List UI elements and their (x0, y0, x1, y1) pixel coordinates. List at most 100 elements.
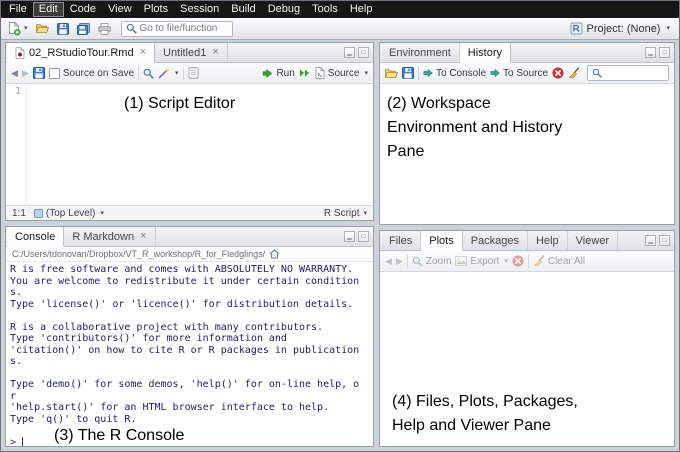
tab-console[interactable]: Console (7, 227, 64, 247)
save-button[interactable] (55, 22, 71, 36)
menu-session[interactable]: Session (174, 2, 225, 17)
pane-grid: 02_RStudioTour.Rmd × Untitled1 × ▁ □ ◀ ▶ (1, 40, 679, 451)
tab-plots[interactable]: Plots (421, 231, 462, 251)
print-icon (98, 23, 111, 35)
editor-content[interactable]: (1) Script Editor (27, 84, 373, 205)
project-icon (570, 22, 583, 35)
checkbox-icon[interactable] (49, 68, 60, 79)
tab-label: R Markdown (72, 231, 134, 243)
tab-help[interactable]: Help (528, 231, 568, 250)
main-toolbar: ▾ Project: (None) ▾ (1, 18, 679, 40)
tab-untitled1[interactable]: Untitled1 × (155, 43, 228, 62)
source-button[interactable]: Source ▾ (315, 67, 368, 79)
maximize-pane-icon[interactable]: □ (358, 231, 369, 242)
goto-file-input[interactable] (140, 23, 228, 34)
find-replace-icon[interactable] (143, 68, 154, 79)
export-label: Export (470, 256, 499, 267)
minimize-pane-icon[interactable]: ▁ (645, 47, 656, 58)
menu-file[interactable]: File (3, 2, 33, 17)
plots-body[interactable]: (4) Files, Plots, Packages, Help and Vie… (380, 272, 674, 446)
line-number: 1 (15, 86, 21, 97)
to-source-button[interactable]: To Source (490, 68, 548, 79)
menu-edit[interactable]: Edit (33, 2, 64, 17)
run-label: Run (276, 68, 294, 79)
source-on-save-label: Source on Save (63, 68, 134, 79)
compile-report-icon[interactable] (188, 67, 199, 79)
close-tab-icon[interactable]: × (212, 47, 218, 58)
minimize-pane-icon[interactable]: ▁ (344, 47, 355, 58)
working-directory-path: C:/Users/tdonovan/Dropbox/VT_R_workshop/… (12, 249, 265, 259)
open-file-button[interactable] (34, 22, 51, 35)
menu-view[interactable]: View (102, 2, 138, 17)
delete-entry-icon[interactable] (552, 67, 564, 79)
editor-body[interactable]: 1 (1) Script Editor (6, 84, 373, 205)
annotation-files-plots: (4) Files, Plots, Packages, Help and Vie… (392, 390, 578, 438)
history-search-input[interactable] (605, 68, 664, 79)
print-button[interactable] (96, 22, 113, 36)
menu-help[interactable]: Help (344, 2, 379, 17)
minimize-pane-icon[interactable]: ▁ (645, 235, 656, 246)
close-tab-icon[interactable]: × (140, 231, 146, 242)
project-selector[interactable]: Project: (None) ▾ (566, 21, 675, 36)
menu-plots[interactable]: Plots (138, 2, 174, 17)
export-button[interactable]: Export ▾ (455, 256, 507, 267)
run-icon (262, 68, 273, 79)
close-tab-icon[interactable]: × (140, 47, 146, 58)
tab-environment[interactable]: Environment (381, 43, 460, 62)
save-icon[interactable] (33, 67, 45, 79)
tab-rmarkdown[interactable]: R Markdown × (64, 227, 155, 246)
maximize-pane-icon[interactable]: □ (358, 47, 369, 58)
goto-file-box[interactable] (121, 21, 233, 37)
to-console-arrow-icon (423, 68, 433, 78)
zoom-button[interactable]: Zoom (412, 256, 452, 267)
clear-history-broom-icon[interactable] (568, 67, 580, 79)
tab-rstudiotour-rmd[interactable]: 02_RStudioTour.Rmd × (7, 43, 155, 63)
minimize-pane-icon[interactable]: ▁ (344, 231, 355, 242)
source-label: Source (328, 68, 360, 79)
tab-viewer[interactable]: Viewer (568, 231, 618, 250)
history-search-box[interactable] (587, 65, 669, 81)
run-button[interactable]: Run (262, 68, 294, 79)
document-type-selector[interactable]: R Script ▾ (324, 208, 367, 219)
previous-plot-icon[interactable]: ◀ (385, 257, 392, 266)
new-file-button[interactable]: ▾ (6, 21, 30, 37)
editor-toolbar: ◀ ▶ Source on Save ▾ (6, 63, 373, 84)
tab-files[interactable]: Files (381, 231, 421, 250)
open-folder-icon[interactable] (385, 68, 398, 79)
maximize-pane-icon[interactable]: □ (659, 47, 670, 58)
console-output-area[interactable]: R is free software and comes with ABSOLU… (6, 262, 373, 446)
history-body[interactable]: (2) Workspace Environment and History Pa… (380, 84, 674, 224)
menu-code[interactable]: Code (64, 2, 102, 17)
chevron-down-icon: ▾ (504, 258, 508, 265)
to-console-button[interactable]: To Console (423, 68, 486, 79)
tab-history[interactable]: History (460, 43, 511, 63)
scope-selector[interactable]: (Top Level) ▾ (34, 208, 104, 219)
environment-tabbar: Environment History ▁ □ (380, 43, 674, 63)
to-console-label: To Console (436, 68, 486, 79)
next-plot-icon[interactable]: ▶ (396, 257, 403, 266)
toolbar-separator (407, 255, 408, 268)
forward-icon[interactable]: ▶ (22, 69, 29, 78)
tab-packages[interactable]: Packages (463, 231, 528, 250)
save-icon[interactable] (402, 67, 414, 79)
code-tools-button[interactable]: ▾ (158, 67, 179, 79)
tab-label: Files (389, 235, 412, 247)
save-all-button[interactable] (75, 22, 92, 36)
menu-tools[interactable]: Tools (306, 2, 344, 17)
clear-all-button[interactable]: Clear All (533, 255, 585, 267)
home-icon[interactable] (269, 249, 280, 259)
source-on-save-checkbox[interactable]: Source on Save (49, 68, 134, 79)
editor-gutter: 1 (6, 84, 27, 205)
menu-build[interactable]: Build (225, 2, 261, 17)
pane-window-buttons: ▁ □ (340, 227, 373, 246)
document-type-label: R Script (324, 208, 360, 219)
pane-window-buttons: ▁ □ (641, 231, 674, 250)
rerun-icon[interactable] (299, 68, 311, 78)
menu-debug[interactable]: Debug (262, 2, 306, 17)
back-icon[interactable]: ◀ (11, 69, 18, 78)
new-file-icon (8, 22, 21, 36)
maximize-pane-icon[interactable]: □ (659, 235, 670, 246)
chevron-down-icon: ▾ (364, 70, 368, 77)
remove-plot-icon[interactable] (512, 255, 524, 267)
to-source-arrow-icon (490, 68, 500, 78)
